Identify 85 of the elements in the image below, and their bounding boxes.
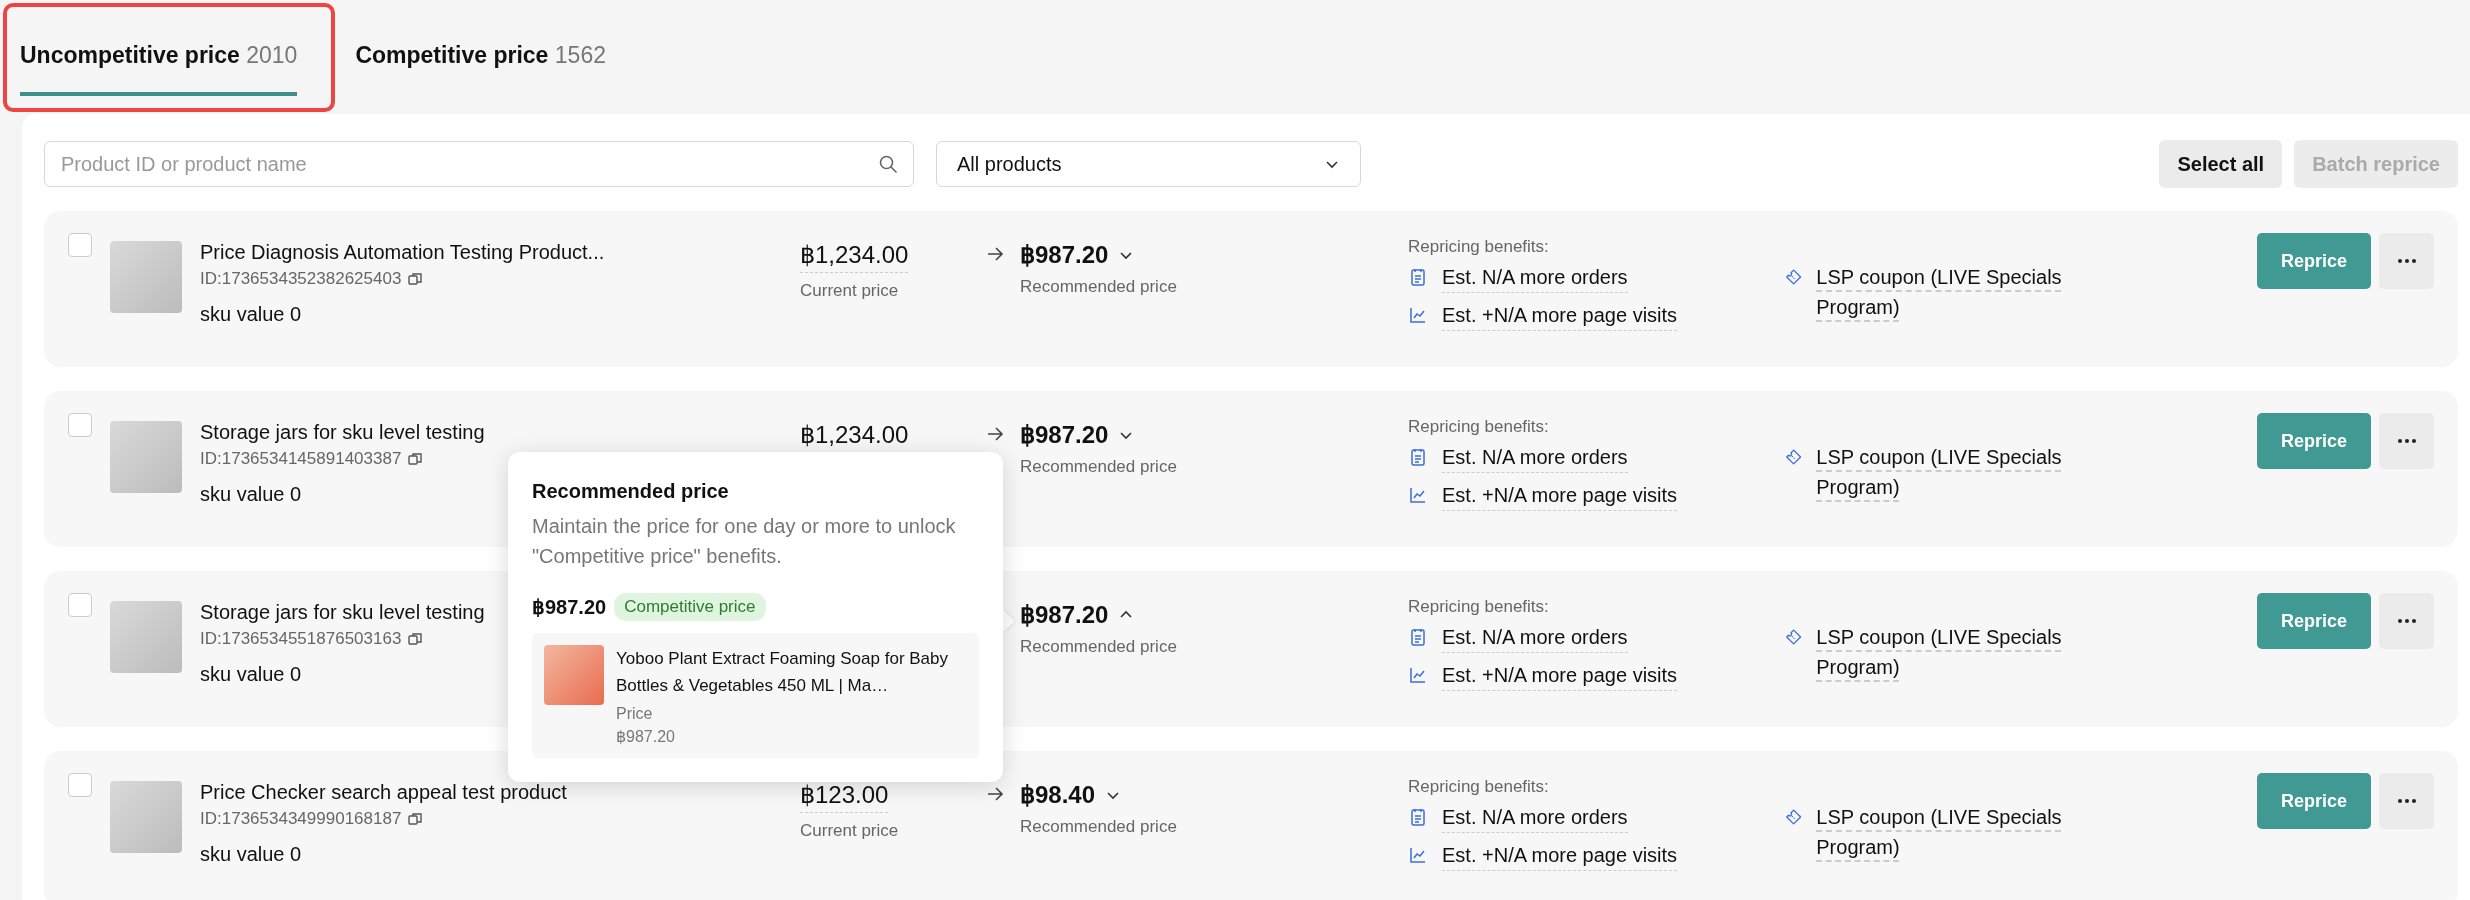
reprice-button[interactable]: Reprice [2257,773,2372,829]
sku-value: sku value 0 [200,843,302,866]
sku-value: sku value 0 [200,663,302,686]
recommended-price: ฿98.40 [1020,781,1096,809]
photo-placeholder [110,241,182,313]
more-icon [2396,258,2417,264]
ticket-icon [1785,267,1803,287]
product-id: ID:1736534551876503163 [200,629,402,649]
benefits-heading: Repricing benefits: [1408,777,1550,797]
recommended-price-label: Recommended price [1020,817,1178,837]
more-icon [2396,438,2417,444]
popover-title: Recommended price [532,480,730,503]
copy-icon[interactable] [407,451,424,467]
product-name: Yoboo Plant Extract Foaming Soap for Baby Bottles & Vegetables 450 ML | Ma… [616,648,949,697]
current-price-label: Current price [800,281,900,301]
line-chart-icon [1408,485,1428,505]
toolbar-button[interactable]: Select all [2159,140,2283,188]
ticket-icon [1785,627,1803,647]
product-price: ฿987.20 [616,727,676,746]
photo-placeholder [110,421,182,493]
recommended-price-label: Recommended price [1020,637,1178,657]
search-icon [878,154,898,174]
line-chart-icon [1408,665,1428,685]
reprice-button[interactable]: Reprice [2257,233,2372,289]
more-icon [2396,798,2417,804]
benefit-text: LSP coupon (LIVE Specials Program) [1816,805,2063,860]
clipboard-list-icon [1408,627,1428,647]
price-label: Price [616,705,654,723]
checkbox[interactable] [68,233,92,257]
tab[interactable]: Uncompetitive price 2010 [20,0,298,96]
benefit-text: Est. +N/A more page visits [1442,840,1678,871]
reprice-button[interactable]: Reprice [2257,593,2372,649]
reprice-button[interactable]: Reprice [2257,413,2372,469]
popover-price: ฿987.20 [532,595,607,619]
recommended-price-label: Recommended price [1020,277,1178,297]
line-chart-icon [1408,845,1428,865]
recommended-price: ฿987.20 [1020,601,1109,629]
benefit-text: Est. +N/A more page visits [1442,480,1678,511]
copy-icon[interactable] [407,811,424,827]
checkbox[interactable] [68,413,92,437]
recommended-price: ฿987.20 [1020,421,1109,449]
benefit-text: Est. +N/A more page visits [1442,300,1678,331]
line-chart-icon [1408,305,1428,325]
benefit-text: Est. N/A more orders [1442,802,1628,833]
benefit-text: LSP coupon (LIVE Specials Program) [1816,625,2063,680]
product-title: Price Checker search appeal test product [200,780,567,805]
competitive-price-tag: Competitive price [614,593,766,621]
popover-description: Maintain the price for one day or more to unlock "Competitive price" benefits. [532,514,957,569]
clipboard-list-icon [1408,447,1428,467]
copy-icon[interactable] [407,271,424,287]
recommended-price-label: Recommended price [1020,457,1178,477]
search-field[interactable]: Product ID or product name [44,141,914,187]
current-price: ฿1,234.00 [800,241,909,273]
benefit-text: LSP coupon (LIVE Specials Program) [1816,265,2063,320]
photo-placeholder [110,601,182,673]
benefits-heading: Repricing benefits: [1408,237,1550,257]
product-id: ID:1736534349990168187 [200,809,402,829]
product-filter-dropdown[interactable]: All products [936,141,1361,187]
photo-placeholder [110,781,182,853]
benefits-heading: Repricing benefits: [1408,417,1550,437]
recommended-price: ฿987.20 [1020,241,1109,269]
tab[interactable]: Competitive price 1562 [355,0,606,96]
benefit-text: Est. N/A more orders [1442,622,1628,653]
product-title: Storage jars for sku level testing [200,420,485,445]
sku-value: sku value 0 [200,303,302,326]
benefit-text: LSP coupon (LIVE Specials Program) [1816,445,2063,500]
benefit-text: Est. N/A more orders [1442,262,1628,293]
checkbox[interactable] [68,593,92,617]
checkbox[interactable] [68,773,92,797]
current-price-label: Current price [800,821,900,841]
product-id: ID:1736534145891403387 [200,449,402,469]
clipboard-list-icon [1408,807,1428,827]
ticket-icon [1785,807,1803,827]
benefit-text: Est. +N/A more page visits [1442,660,1678,691]
more-icon [2396,618,2417,624]
sku-value: sku value 0 [200,483,302,506]
product-id: ID:1736534352382625403 [200,269,402,289]
photo-placeholder [544,645,604,705]
product-title: Storage jars for sku level testing [200,600,485,625]
copy-icon[interactable] [407,631,424,647]
ticket-icon [1785,447,1803,467]
product-title: Price Diagnosis Automation Testing Product... [200,240,605,265]
clipboard-list-icon [1408,267,1428,287]
benefits-heading: Repricing benefits: [1408,597,1550,617]
benefit-text: Est. N/A more orders [1442,442,1628,473]
